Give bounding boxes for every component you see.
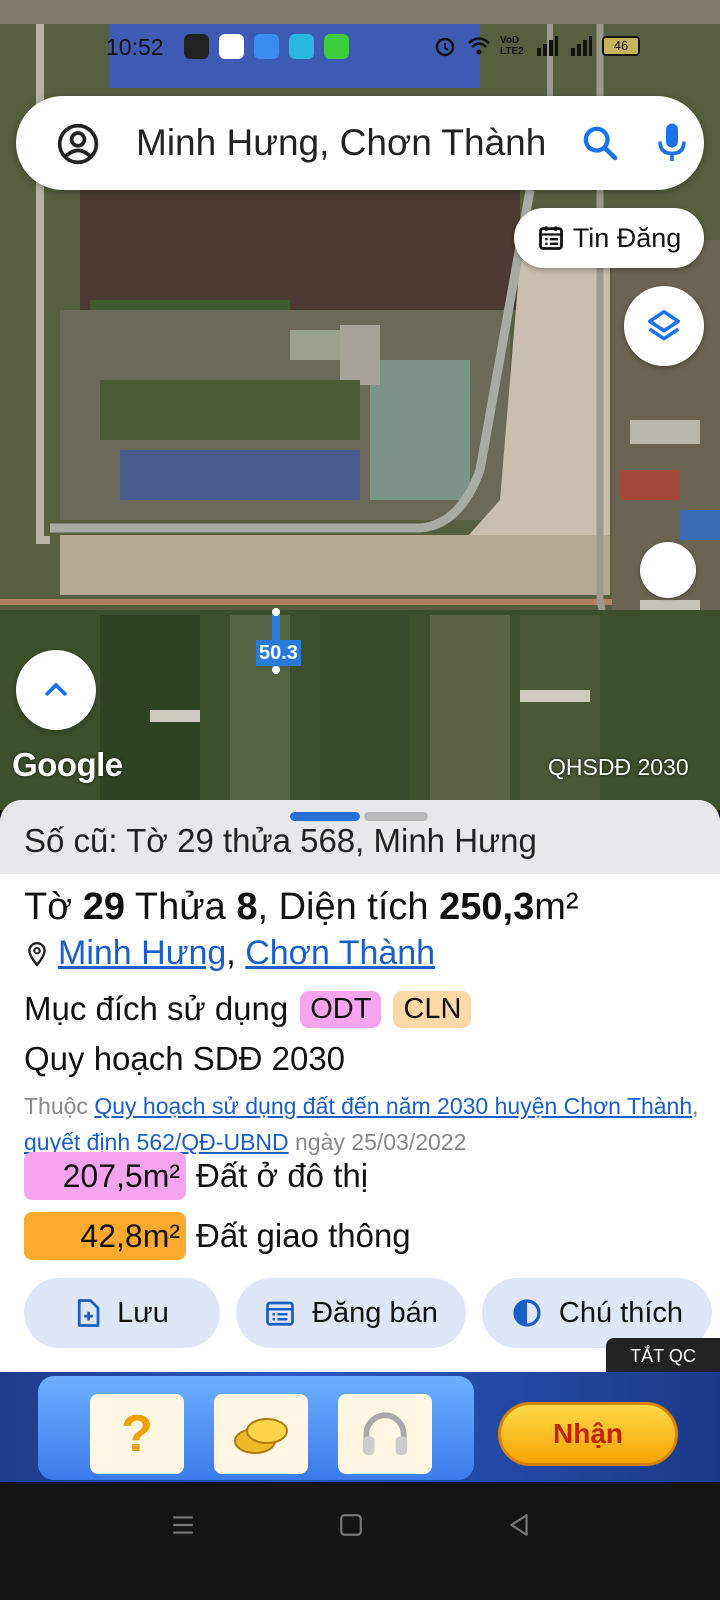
signal-1-icon <box>537 36 558 56</box>
area-box-residential: 207,5m² <box>24 1152 186 1200</box>
alarm-icon <box>435 37 455 57</box>
search-icon[interactable] <box>580 123 620 163</box>
expand-up-button[interactable] <box>16 650 96 730</box>
google-logo: Google <box>12 746 123 783</box>
chevron-up-icon <box>45 683 67 696</box>
account-circle-icon[interactable] <box>56 122 100 166</box>
sheet-number: 29 <box>82 886 125 928</box>
sheet-handle-active <box>290 812 360 821</box>
land-use-purpose: Mục đích sử dụng ODT CLN <box>24 990 472 1028</box>
ward-link[interactable]: Minh Hưng <box>58 934 226 972</box>
location-pin-icon <box>28 941 46 967</box>
save-button[interactable]: Lưu <box>24 1278 220 1348</box>
system-nav-bar <box>0 1482 720 1600</box>
messenger-icon <box>254 34 279 59</box>
zalo-icon <box>184 34 209 59</box>
app-cf-icon <box>219 34 244 59</box>
map-view[interactable]: 10:52 VoD LTE2 46 Minh Hưng, Chơn Thành <box>0 0 720 810</box>
plan-title: Quy hoạch SDĐ 2030 <box>24 1040 346 1077</box>
area-unit: m² <box>534 886 579 928</box>
mic-icon[interactable] <box>654 120 690 166</box>
sheet-handle[interactable] <box>290 812 428 821</box>
plan-prefix: Thuộc <box>24 1093 95 1119</box>
tin-dang-button[interactable]: Tin Đăng <box>514 208 704 268</box>
battery-indicator: 46 <box>602 36 640 56</box>
layers-icon <box>648 310 680 341</box>
close-ad-button[interactable]: TẮT QC <box>606 1338 720 1374</box>
save-label: Lưu <box>117 1296 169 1329</box>
system-icons: VoD LTE2 46 <box>432 34 640 58</box>
sell-label: Đăng bán <box>312 1296 438 1329</box>
parcel-info-sheet[interactable]: Số cũ: Tờ 29 thửa 568, Minh Hưng Tờ 29 T… <box>0 800 720 1400</box>
menu-icon[interactable] <box>170 1512 196 1538</box>
legend-label: Chú thích <box>558 1296 684 1329</box>
area-label-traffic: Đất giao thông <box>196 1217 411 1254</box>
district-link[interactable]: Chơn Thành <box>245 934 435 972</box>
layer-name-label: QHSDĐ 2030 <box>548 754 689 780</box>
wifi-icon <box>468 37 490 55</box>
coins-icon <box>214 1394 308 1474</box>
list-calendar-icon <box>266 1301 294 1326</box>
layers-button[interactable] <box>624 286 704 366</box>
plot-prefix: Thửa <box>124 886 237 928</box>
parcel-summary: Tờ 29 Thửa 8, Diện tích 250,3m² <box>24 886 579 929</box>
app-bird-icon <box>289 34 314 59</box>
ad-claim-button[interactable]: Nhận <box>498 1402 678 1466</box>
volte-label: VoD LTE2 <box>500 35 524 57</box>
action-buttons: Lưu Đăng bán Chú thích <box>24 1278 712 1348</box>
plot-number: 8 <box>236 886 258 928</box>
area-box-traffic: 42,8m² <box>24 1212 186 1260</box>
plan-link[interactable]: Quy hoạch sử dụng đất đến năm 2030 huyện… <box>94 1093 692 1119</box>
parcel-dimension-label: 50.3 <box>256 640 301 666</box>
search-bar[interactable]: Minh Hưng, Chơn Thành <box>16 96 704 190</box>
app-green-icon <box>324 34 349 59</box>
tag-cln: CLN <box>393 990 472 1028</box>
search-input[interactable]: Minh Hưng, Chơn Thành <box>136 122 572 166</box>
location-line: Minh Hưng, Chơn Thành <box>24 934 435 973</box>
tin-dang-label: Tin Đăng <box>572 222 682 253</box>
area-label-residential: Đất ở đô thị <box>196 1157 369 1194</box>
notification-icons <box>184 34 349 59</box>
plan-description: Thuộc Quy hoạch sử dụng đất đến năm 2030… <box>24 1088 704 1160</box>
area-row-traffic: 42,8m² Đất giao thông <box>24 1212 411 1260</box>
question-icon: ? <box>90 1394 184 1474</box>
plan-sep: , <box>692 1093 699 1119</box>
contrast-icon <box>513 1299 541 1327</box>
sell-button[interactable]: Đăng bán <box>236 1278 466 1348</box>
headphones-icon <box>338 1394 432 1474</box>
signal-2-icon <box>571 36 592 56</box>
area-row-residential: 207,5m² Đất ở đô thị <box>24 1152 368 1200</box>
location-button[interactable] <box>640 542 696 598</box>
area-prefix: , Diện tích <box>257 886 440 928</box>
sheet-handle-inactive <box>364 812 428 821</box>
home-icon[interactable] <box>338 1512 364 1538</box>
ad-banner[interactable]: ? Nhận <box>0 1372 720 1482</box>
purpose-label: Mục đích sử dụng <box>24 990 289 1027</box>
status-bar: 10:52 VoD LTE2 46 <box>0 24 720 64</box>
file-add-icon <box>78 1299 100 1327</box>
location-separator: , <box>226 934 246 972</box>
back-icon[interactable] <box>506 1512 532 1538</box>
calendar-list-icon <box>538 226 563 250</box>
tag-odt: ODT <box>300 990 382 1028</box>
area-value: 250,3 <box>439 886 535 928</box>
headphones-graphic <box>362 1412 408 1455</box>
status-time: 10:52 <box>106 34 164 60</box>
sheet-prefix: Tờ <box>24 886 83 928</box>
coins-graphic <box>234 1418 288 1454</box>
